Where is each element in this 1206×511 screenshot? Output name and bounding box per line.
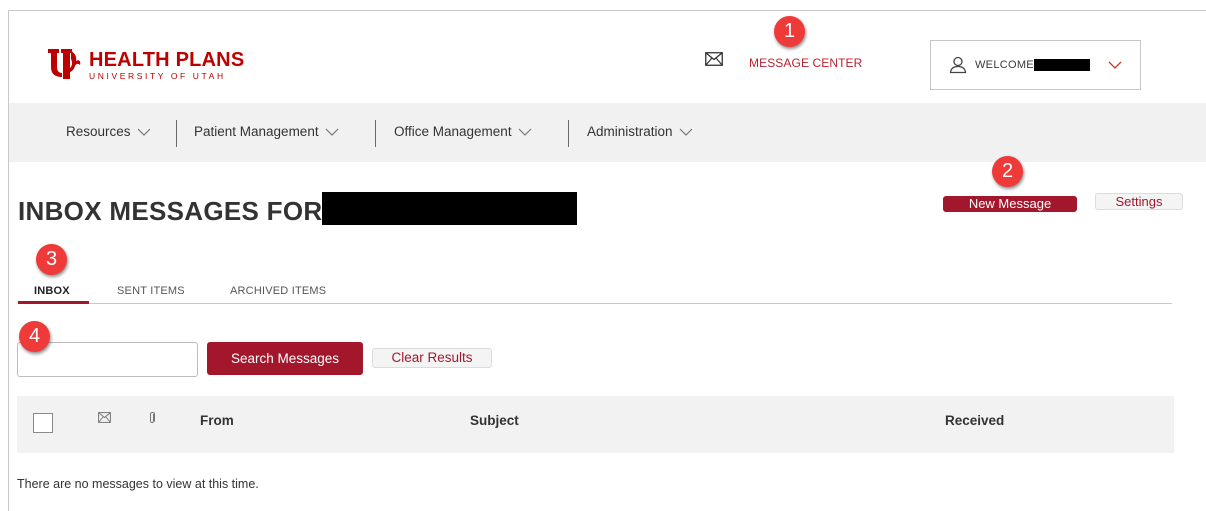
logo[interactable]: HEALTH PLANS UNIVERSITY OF UTAH [47, 49, 244, 89]
tab-inbox[interactable]: INBOX [34, 285, 70, 297]
column-header-received[interactable]: Received [945, 413, 1004, 428]
empty-inbox-message: There are no messages to view at this ti… [17, 477, 259, 491]
logo-text: HEALTH PLANS UNIVERSITY OF UTAH [89, 49, 244, 81]
logo-subtitle: UNIVERSITY OF UTAH [89, 71, 226, 81]
chevron-down-icon [518, 128, 532, 136]
search-messages-button[interactable]: Search Messages [207, 342, 363, 375]
column-header-subject[interactable]: Subject [470, 413, 519, 428]
welcome-label: WELCOME [975, 59, 1034, 71]
welcome-user-menu[interactable]: WELCOME [930, 40, 1141, 90]
tab-archived-items[interactable]: ARCHIVED ITEMS [230, 285, 326, 297]
new-message-button[interactable]: New Message [943, 196, 1077, 212]
nav-item-label: Patient Management [194, 124, 319, 139]
settings-button[interactable]: Settings [1095, 193, 1183, 210]
callout-marker: 3 [36, 244, 67, 275]
nav-separator [176, 120, 177, 147]
active-tab-indicator [18, 301, 89, 304]
chevron-down-icon [137, 128, 150, 136]
tab-sent-items[interactable]: SENT ITEMS [117, 285, 185, 297]
university-of-utah-logo-icon [48, 49, 81, 79]
nav-item-office-management[interactable]: Office Management [394, 124, 532, 139]
envelope-icon [98, 412, 111, 423]
redacted-account-name [322, 192, 577, 225]
nav-item-resources[interactable]: Resources [66, 124, 151, 139]
callout-marker: 4 [19, 321, 50, 352]
chevron-down-icon [1108, 61, 1122, 69]
callout-marker: 1 [774, 16, 805, 47]
user-icon [949, 56, 967, 74]
nav-item-label: Office Management [394, 124, 512, 139]
messages-table-header: From Subject Received [17, 396, 1174, 453]
redacted-username [1033, 59, 1090, 71]
nav-item-label: Administration [587, 124, 673, 139]
envelope-icon[interactable] [705, 52, 723, 66]
column-header-from[interactable]: From [200, 413, 234, 428]
nav-item-patient-management[interactable]: Patient Management [194, 124, 339, 139]
tabs-divider [18, 303, 1172, 304]
nav-item-label: Resources [66, 124, 131, 139]
nav-item-administration[interactable]: Administration [587, 124, 693, 139]
nav-separator [375, 120, 376, 147]
nav-separator [568, 120, 569, 147]
page-title: INBOX MESSAGES FOR [18, 196, 323, 226]
paperclip-icon [150, 412, 155, 423]
select-all-checkbox[interactable] [33, 413, 53, 433]
chevron-down-icon [325, 128, 339, 136]
chevron-down-icon [679, 128, 692, 136]
main-nav: Resources Patient Management Office Mana… [9, 103, 1206, 162]
clear-results-button[interactable]: Clear Results [372, 348, 492, 368]
callout-marker: 2 [992, 156, 1023, 187]
logo-title: HEALTH PLANS [89, 49, 245, 71]
message-center-link[interactable]: MESSAGE CENTER [749, 56, 862, 70]
